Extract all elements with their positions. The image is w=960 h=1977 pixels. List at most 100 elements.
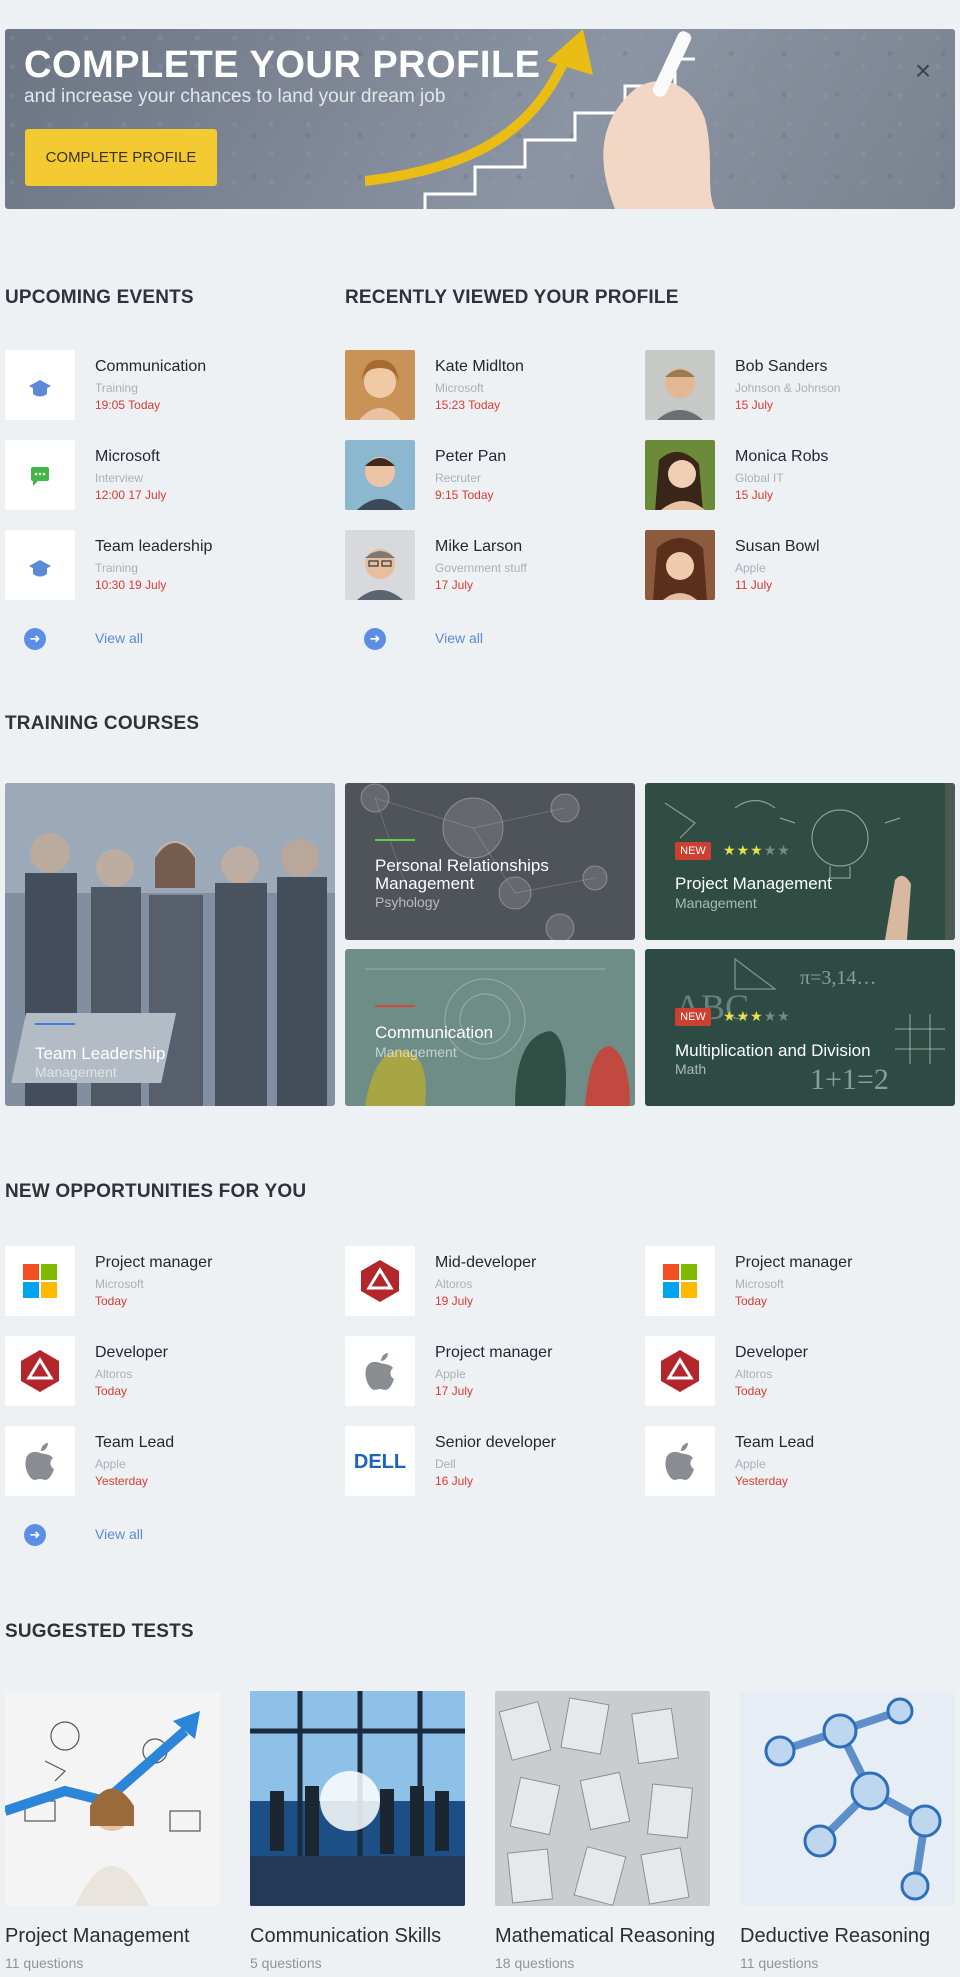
job-date: 16 July bbox=[435, 1474, 474, 1488]
event-type: Training bbox=[95, 561, 138, 575]
viewer-item[interactable]: Monica Robs Global IT 15 July bbox=[645, 440, 945, 510]
viewer-name: Kate Midlton bbox=[435, 358, 524, 375]
view-all-label: View all bbox=[95, 630, 143, 646]
opportunity-item[interactable]: Project manager Microsoft Today bbox=[645, 1246, 945, 1316]
graduation-cap-icon bbox=[29, 380, 51, 397]
view-all-label: View all bbox=[435, 630, 483, 646]
apple-logo-icon bbox=[365, 1353, 394, 1390]
star-icon: ★ bbox=[736, 1008, 751, 1024]
event-item[interactable]: Microsoft Interview 12:00 17 July bbox=[5, 440, 305, 510]
viewer-name: Bob Sanders bbox=[735, 358, 828, 375]
viewer-company: Global IT bbox=[735, 471, 784, 485]
viewer-time: 11 July bbox=[735, 578, 773, 592]
opportunity-item[interactable]: Mid-developer Altoros 19 July bbox=[345, 1246, 645, 1316]
complete-profile-banner: COMPLETE YOUR PROFILE and increase your … bbox=[5, 29, 955, 209]
dell-logo-text: DELL bbox=[354, 1451, 406, 1473]
close-icon[interactable]: × bbox=[905, 53, 941, 89]
course-accent-bar bbox=[375, 839, 415, 841]
test-card-mathematical-reasoning[interactable]: Mathematical Reasoning 18 questions bbox=[495, 1691, 715, 1977]
course-category: Management bbox=[35, 1064, 117, 1080]
opportunity-item[interactable]: Developer Altoros Today bbox=[645, 1336, 945, 1406]
opportunity-item[interactable]: DELL Senior developer Dell 16 July bbox=[345, 1426, 645, 1496]
opportunity-item[interactable]: Team Lead Apple Yesterday bbox=[645, 1426, 945, 1496]
job-company: Dell bbox=[435, 1457, 456, 1471]
course-title: Project Management bbox=[675, 874, 832, 893]
viewer-time: 17 July bbox=[435, 578, 474, 592]
event-name: Communication bbox=[95, 358, 207, 375]
new-badge: NEW bbox=[675, 842, 711, 860]
job-date: Yesterday bbox=[95, 1474, 148, 1488]
star-icon: ★ bbox=[750, 842, 764, 858]
arrow-right-icon: ➜ bbox=[364, 628, 386, 650]
event-item[interactable]: Communication Training 19:05 Today bbox=[5, 350, 305, 420]
microsoft-logo-icon bbox=[663, 1264, 697, 1298]
test-question-count: 18 questions bbox=[495, 1955, 575, 1971]
viewer-name: Monica Robs bbox=[735, 448, 829, 465]
viewer-time: 9:15 Today bbox=[435, 488, 494, 502]
viewer-item[interactable]: Susan Bowl Apple 11 July bbox=[645, 530, 945, 600]
job-company: Microsoft bbox=[735, 1277, 784, 1291]
viewer-item[interactable]: Kate Midlton Microsoft 15:23 Today bbox=[345, 350, 645, 420]
avatar bbox=[345, 350, 415, 420]
event-time: 10:30 19 July bbox=[95, 578, 167, 592]
opportunity-item[interactable]: Developer Altoros Today bbox=[5, 1336, 305, 1406]
event-time: 19:05 Today bbox=[95, 398, 161, 412]
test-card-communication-skills[interactable]: Communication Skills 5 questions bbox=[250, 1691, 465, 1977]
test-image bbox=[5, 1691, 220, 1906]
viewers-view-all-link[interactable]: ➜ View all bbox=[345, 627, 545, 651]
course-card-communication[interactable]: Communication Management bbox=[345, 949, 635, 1106]
viewer-name: Peter Pan bbox=[435, 448, 507, 465]
event-item[interactable]: Team leadership Training 10:30 19 July bbox=[5, 530, 305, 600]
job-role: Team Lead bbox=[735, 1434, 815, 1451]
course-card-team-leadership[interactable]: Team Leadership Management bbox=[5, 783, 335, 1106]
suggested-tests-title: SUGGESTED TESTS bbox=[5, 1621, 194, 1642]
opportunity-item[interactable]: Project manager Apple 17 July bbox=[345, 1336, 645, 1406]
course-accent-bar bbox=[375, 1005, 415, 1007]
test-card-deductive-reasoning[interactable]: Deductive Reasoning 11 questions bbox=[740, 1691, 955, 1977]
job-company: Altoros bbox=[95, 1367, 133, 1381]
job-role: Team Lead bbox=[95, 1434, 175, 1451]
job-role: Mid-developer bbox=[435, 1254, 537, 1271]
test-card-project-management[interactable]: Project Management 11 questions bbox=[5, 1691, 220, 1977]
avatar bbox=[345, 530, 415, 600]
job-role: Senior developer bbox=[435, 1434, 556, 1451]
apple-logo-icon bbox=[665, 1443, 694, 1480]
job-company: Apple bbox=[735, 1457, 766, 1471]
viewer-item[interactable]: Bob Sanders Johnson & Johnson 15 July bbox=[645, 350, 945, 420]
opportunities-view-all-link[interactable]: ➜ View all bbox=[5, 1523, 205, 1547]
event-type: Training bbox=[95, 381, 138, 395]
viewer-time: 15 July bbox=[735, 398, 774, 412]
company-logo bbox=[345, 1336, 415, 1406]
course-card-personal-relationships[interactable]: Personal Relationships Management Psyhol… bbox=[345, 783, 635, 940]
job-date: Today bbox=[735, 1294, 768, 1308]
course-card-project-management[interactable]: NEW ★★★★★ Project Management Management bbox=[645, 783, 955, 940]
avatar bbox=[345, 440, 415, 510]
banner-subtitle: and increase your chances to land your d… bbox=[24, 86, 446, 107]
chalkboard-math-image: ABC π=3,14… 1+1=2 bbox=[645, 949, 955, 1106]
course-category: Math bbox=[675, 1061, 707, 1077]
star-icon: ★ bbox=[777, 1008, 791, 1024]
course-category: Psyhology bbox=[375, 894, 440, 910]
opportunity-item[interactable]: Project manager Microsoft Today bbox=[5, 1246, 305, 1316]
event-thumb bbox=[5, 530, 75, 600]
chalk-formula: 1+1=2 bbox=[810, 1063, 889, 1096]
test-name: Communication Skills bbox=[250, 1925, 442, 1947]
viewer-item[interactable]: Peter Pan Recruter 9:15 Today bbox=[345, 440, 645, 510]
test-name: Project Management bbox=[5, 1925, 190, 1947]
opportunity-item[interactable]: Team Lead Apple Yesterday bbox=[5, 1426, 305, 1496]
job-company: Altoros bbox=[435, 1277, 473, 1291]
arrow-right-icon: ➜ bbox=[24, 628, 46, 650]
job-company: Microsoft bbox=[95, 1277, 144, 1291]
test-image bbox=[250, 1691, 465, 1906]
job-date: Today bbox=[735, 1384, 768, 1398]
events-view-all-link[interactable]: ➜ View all bbox=[5, 627, 205, 651]
course-card-multiplication[interactable]: ABC π=3,14… 1+1=2 NEW ★★★★★ Multiplicati… bbox=[645, 949, 955, 1106]
star-icon: ★ bbox=[736, 842, 751, 858]
complete-profile-button[interactable]: COMPLETE PROFILE bbox=[25, 129, 217, 186]
viewer-item[interactable]: Mike Larson Government stuff 17 July bbox=[345, 530, 645, 600]
star-icon: ★ bbox=[763, 842, 778, 858]
recently-viewed-title: RECENTLY VIEWED YOUR PROFILE bbox=[345, 287, 679, 308]
rating-stars: ★★★★★ bbox=[723, 1008, 791, 1025]
microsoft-logo-icon bbox=[23, 1264, 57, 1298]
test-image bbox=[495, 1691, 710, 1906]
